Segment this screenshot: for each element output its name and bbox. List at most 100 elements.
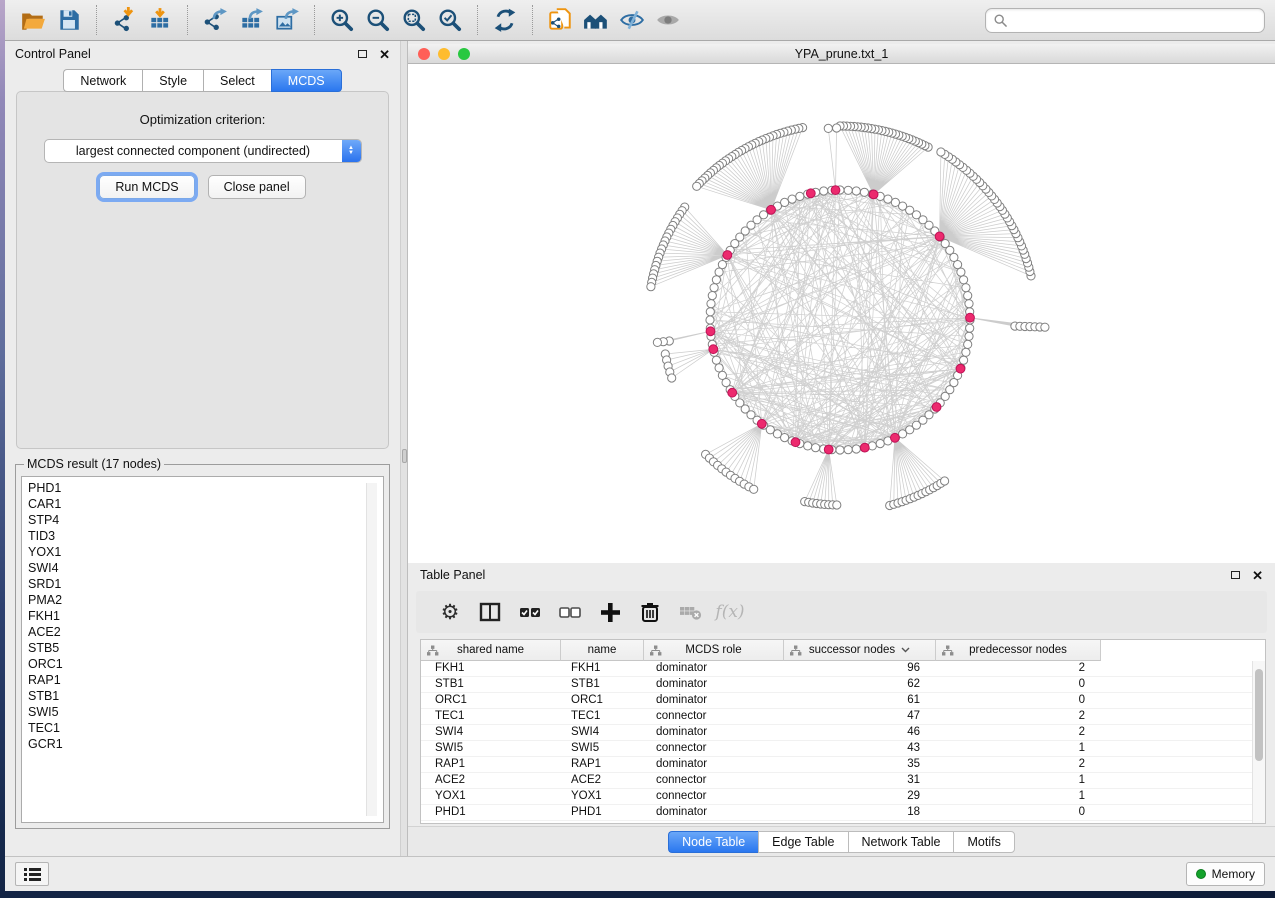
table-row[interactable]: YOX1YOX1connector291 [421, 789, 1265, 805]
table-cell[interactable]: dominator [644, 693, 784, 708]
tab-node-table[interactable]: Node Table [668, 831, 758, 853]
table-cell[interactable]: 43 [784, 741, 936, 756]
table-scrollbar-thumb[interactable] [1255, 669, 1263, 761]
column-header-MCDS-role[interactable]: MCDS role [644, 640, 784, 661]
close-panel-icon[interactable]: ✕ [379, 48, 390, 61]
zoom-fit-content-button[interactable] [399, 5, 429, 35]
table-cell[interactable]: STB1 [561, 677, 644, 692]
tab-style[interactable]: Style [142, 69, 203, 92]
mcds-result-item[interactable]: ORC1 [28, 656, 383, 672]
mcds-result-item[interactable]: YOX1 [28, 544, 383, 560]
table-cell[interactable]: SWI4 [421, 725, 561, 740]
welcome-screen-button[interactable] [581, 5, 611, 35]
tab-network[interactable]: Network [63, 69, 142, 92]
table-cell[interactable]: connector [644, 709, 784, 724]
memory-button[interactable]: Memory [1186, 862, 1265, 886]
table-cell[interactable]: connector [644, 789, 784, 804]
column-header-successor-nodes[interactable]: successor nodes [784, 640, 936, 661]
table-row[interactable]: SWI5SWI5connector431 [421, 741, 1265, 757]
table-row[interactable]: ORC1ORC1dominator610 [421, 693, 1265, 709]
table-cell[interactable]: 47 [784, 709, 936, 724]
select-all-rows-button[interactable] [510, 596, 550, 628]
table-row[interactable]: TEC1TEC1connector472 [421, 709, 1265, 725]
import-network-from-file-button[interactable] [109, 5, 139, 35]
table-cell[interactable]: PHD1 [561, 805, 644, 820]
table-cell[interactable]: YOX1 [561, 789, 644, 804]
table-cell[interactable]: dominator [644, 757, 784, 772]
mcds-result-item[interactable]: STB5 [28, 640, 383, 656]
table-cell[interactable]: 29 [784, 789, 936, 804]
network-canvas[interactable] [408, 64, 1275, 563]
table-cell[interactable]: 96 [784, 661, 936, 676]
mcds-result-item[interactable]: TEC1 [28, 720, 383, 736]
table-row[interactable]: STB1STB1dominator620 [421, 677, 1265, 693]
table-row[interactable]: SWI4SWI4dominator462 [421, 725, 1265, 741]
table-row[interactable]: ACE2ACE2connector311 [421, 773, 1265, 789]
open-session-button[interactable] [18, 5, 48, 35]
mcds-result-item[interactable]: SRD1 [28, 576, 383, 592]
table-cell[interactable]: ACE2 [421, 773, 561, 788]
tab-motifs[interactable]: Motifs [953, 831, 1014, 853]
table-cell[interactable]: 0 [936, 805, 1101, 820]
mcds-result-item[interactable]: ACE2 [28, 624, 383, 640]
table-cell[interactable]: dominator [644, 805, 784, 820]
table-cell[interactable]: 35 [784, 757, 936, 772]
export-image-button[interactable] [272, 5, 302, 35]
table-cell[interactable]: PHD1 [421, 805, 561, 820]
table-cell[interactable]: dominator [644, 677, 784, 692]
export-table-button[interactable] [236, 5, 266, 35]
add-column-button[interactable] [590, 596, 630, 628]
table-cell[interactable]: TEC1 [421, 709, 561, 724]
table-cell[interactable]: ORC1 [561, 693, 644, 708]
table-cell[interactable]: RAP1 [561, 757, 644, 772]
table-cell[interactable]: SWI5 [561, 741, 644, 756]
column-header-predecessor-nodes[interactable]: predecessor nodes [936, 640, 1101, 661]
mcds-result-item[interactable]: STB1 [28, 688, 383, 704]
table-cell[interactable]: 2 [936, 709, 1101, 724]
table-cell[interactable]: 1 [936, 789, 1101, 804]
table-cell[interactable]: SWI5 [421, 741, 561, 756]
table-cell[interactable]: 2 [936, 661, 1101, 676]
task-history-button[interactable] [15, 862, 49, 886]
mcds-result-item[interactable]: CAR1 [28, 496, 383, 512]
clone-network-button[interactable] [545, 5, 575, 35]
table-cell[interactable]: 1 [936, 773, 1101, 788]
table-row[interactable]: PHD1PHD1dominator180 [421, 805, 1265, 821]
table-cell[interactable]: 46 [784, 725, 936, 740]
mcds-result-item[interactable]: STP4 [28, 512, 383, 528]
table-cell[interactable]: SWI4 [561, 725, 644, 740]
mcds-result-item[interactable]: SWI4 [28, 560, 383, 576]
run-mcds-button[interactable]: Run MCDS [99, 175, 194, 199]
table-cell[interactable]: FKH1 [421, 661, 561, 676]
table-cell[interactable]: TEC1 [561, 709, 644, 724]
table-cell[interactable]: 1 [936, 741, 1101, 756]
save-session-button[interactable] [54, 5, 84, 35]
mcds-result-item[interactable]: PMA2 [28, 592, 383, 608]
mcds-result-item[interactable]: GCR1 [28, 736, 383, 752]
mcds-result-list[interactable]: PHD1CAR1STP4TID3YOX1SWI4SRD1PMA2FKH1ACE2… [21, 476, 384, 823]
zoom-selected-region-button[interactable] [435, 5, 465, 35]
table-cell[interactable]: dominator [644, 725, 784, 740]
import-table-from-file-button[interactable] [145, 5, 175, 35]
table-cell[interactable]: 0 [936, 677, 1101, 692]
table-cell[interactable]: ACE2 [561, 773, 644, 788]
table-cell[interactable]: connector [644, 741, 784, 756]
table-cell[interactable]: RAP1 [421, 757, 561, 772]
mcds-result-item[interactable]: PHD1 [28, 480, 383, 496]
table-cell[interactable]: dominator [644, 661, 784, 676]
mcds-result-item[interactable]: RAP1 [28, 672, 383, 688]
mcds-result-item[interactable]: SWI5 [28, 704, 383, 720]
refresh-view-button[interactable] [490, 5, 520, 35]
tab-select[interactable]: Select [203, 69, 271, 92]
hide-graphics-details-button[interactable] [617, 5, 647, 35]
table-cell[interactable]: 31 [784, 773, 936, 788]
table-cell[interactable]: STB1 [421, 677, 561, 692]
deselect-all-rows-button[interactable] [550, 596, 590, 628]
table-row[interactable]: RAP1RAP1dominator352 [421, 757, 1265, 773]
table-cell[interactable]: 0 [936, 693, 1101, 708]
zoom-out-button[interactable] [363, 5, 393, 35]
table-cell[interactable]: YOX1 [421, 789, 561, 804]
table-row[interactable]: FKH1FKH1dominator962 [421, 661, 1265, 677]
panel-splitter[interactable] [400, 41, 408, 856]
close-panel-button[interactable]: Close panel [208, 175, 306, 199]
